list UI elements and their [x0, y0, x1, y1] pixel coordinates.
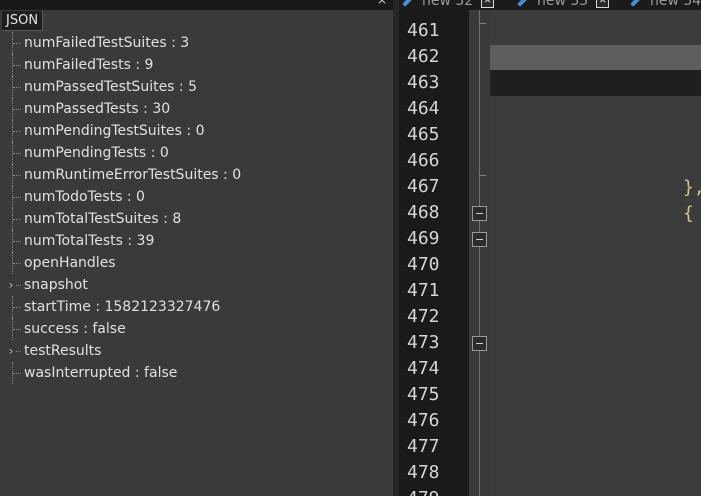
tree-item-label: startTime : 1582123327476: [24, 299, 221, 315]
tree-guide: [13, 153, 21, 155]
tree-guide: [13, 307, 21, 309]
line-number-gutter: 461 462 463 464 465 466 467 468 469 470 471 472 473 4…: [399, 10, 469, 496]
tree-item-numRuntimeErrorTestSuites[interactable]: numRuntimeErrorTestSuites : 0: [0, 164, 393, 186]
tree-item-label: numFailedTests : 9: [24, 57, 154, 73]
tab-new-34[interactable]: new 34: [630, 0, 701, 10]
tree-item-numFailedTests[interactable]: numFailedTests : 9: [0, 54, 393, 76]
tree-item-label: numPassedTestSuites : 5: [24, 79, 198, 95]
tree-item-label: numTotalTests : 39: [24, 233, 155, 249]
close-icon[interactable]: ✕: [481, 0, 495, 8]
tree-guide: [13, 197, 21, 199]
fold-guide-line: [479, 10, 480, 496]
fold-collapse-icon[interactable]: [472, 336, 487, 351]
chevron-right-icon[interactable]: ›: [6, 340, 16, 362]
line-number: 471: [407, 280, 440, 301]
tree-item-success[interactable]: success : false: [0, 318, 393, 340]
tree-item-numPendingTestSuites[interactable]: numPendingTestSuites : 0: [0, 120, 393, 142]
tree-item-label: numFailedTestSuites : 3: [24, 35, 190, 51]
line-number: 474: [407, 358, 440, 379]
panel-title-bar: ×: [0, 0, 393, 10]
tree-guide: [13, 241, 21, 243]
panel-title: JSON: [2, 11, 44, 31]
tab-label: new 34: [650, 0, 701, 9]
tree-item-numFailedTestSuites[interactable]: numFailedTestSuites : 3: [0, 32, 393, 54]
tree-guide: [13, 87, 21, 89]
line-number: 478: [407, 462, 440, 483]
tree-item-label: testResults: [24, 343, 102, 359]
fold-margin: [469, 10, 490, 496]
line-number: 464: [407, 98, 440, 119]
tree-item-label: numPassedTests : 30: [24, 101, 171, 117]
tree-guide: [13, 219, 21, 221]
tree-item-numTotalTestSuites[interactable]: numTotalTestSuites : 8: [0, 208, 393, 230]
tree-guide: [13, 263, 21, 265]
tree-item-label: numRuntimeErrorTestSuites : 0: [24, 167, 242, 183]
tree-guide: [13, 373, 21, 375]
tab-label: new 33: [537, 0, 589, 9]
tree-item-openHandles[interactable]: openHandles: [0, 252, 393, 274]
pencil-icon: [630, 0, 642, 7]
tab-new-33[interactable]: new 33 ✕: [517, 0, 610, 10]
tree-item-label: snapshot: [24, 277, 88, 293]
line-number: 472: [407, 306, 440, 327]
tree-item-numPendingTests[interactable]: numPendingTests : 0: [0, 142, 393, 164]
line-number: 461: [407, 20, 440, 41]
line-number: 476: [407, 410, 440, 431]
selected-line: [490, 70, 701, 96]
tree-guide: [13, 175, 21, 177]
json-viewer-panel: × JSON numFailedTestSuites : 3 numFailedT…: [0, 0, 393, 496]
code-area[interactable]: }, {: [490, 10, 701, 496]
code-fragment: {: [683, 203, 694, 224]
close-icon[interactable]: ×: [377, 0, 387, 6]
tree-item-numTodoTests[interactable]: numTodoTests : 0: [0, 186, 393, 208]
tree-item-label: numPendingTests : 0: [24, 145, 169, 161]
line-number: 466: [407, 150, 440, 171]
current-line-highlight: [490, 45, 701, 70]
code-fragment: },: [683, 177, 701, 198]
tree-item-label: wasInterrupted : false: [24, 365, 178, 381]
line-number: 473: [407, 332, 440, 353]
line-number: 470: [407, 254, 440, 275]
fold-end-marker: [479, 175, 486, 176]
pencil-icon: [517, 0, 529, 7]
tree-guide: [13, 131, 21, 133]
line-number: 469: [407, 228, 440, 249]
close-icon[interactable]: ✕: [596, 0, 610, 8]
code-editor: new 32 ✕ new 33 ✕ new 34 461 462 463 464 465 46…: [399, 0, 701, 496]
tree-guide: [13, 65, 21, 67]
json-tree: numFailedTestSuites : 3 numFailedTests : …: [0, 32, 393, 384]
line-number: 468: [407, 202, 440, 223]
line-number: 477: [407, 436, 440, 457]
tab-bar: new 32 ✕ new 33 ✕ new 34: [399, 0, 701, 10]
tree-item-wasInterrupted[interactable]: wasInterrupted : false: [0, 362, 393, 384]
tree-guide: [13, 109, 21, 111]
line-number: 479: [407, 486, 462, 496]
tab-label: new 32: [422, 0, 474, 9]
tree-guide: [13, 329, 21, 331]
line-number: 462: [407, 46, 440, 67]
tree-item-label: numPendingTestSuites : 0: [24, 123, 205, 139]
line-number: 467: [407, 176, 440, 197]
tree-item-label: success : false: [24, 321, 126, 337]
line-number: 475: [407, 384, 440, 405]
tree-item-snapshot[interactable]: › snapshot: [0, 274, 393, 296]
tree-item-label: numTodoTests : 0: [24, 189, 145, 205]
fold-end-marker: [479, 23, 486, 24]
pencil-icon: [402, 0, 414, 7]
line-number: 465: [407, 124, 440, 145]
tree-item-numPassedTestSuites[interactable]: numPassedTestSuites : 5: [0, 76, 393, 98]
tree-item-numPassedTests[interactable]: numPassedTests : 30: [0, 98, 393, 120]
tree-guide: [13, 43, 21, 45]
tree-item-startTime[interactable]: startTime : 1582123327476: [0, 296, 393, 318]
tree-item-label: openHandles: [24, 255, 116, 271]
fold-collapse-icon[interactable]: [472, 206, 487, 221]
tab-new-32[interactable]: new 32 ✕: [402, 0, 495, 10]
tree-item-testResults[interactable]: › testResults: [0, 340, 393, 362]
line-number: 463: [407, 72, 440, 93]
tree-item-label: numTotalTestSuites : 8: [24, 211, 182, 227]
fold-collapse-icon[interactable]: [472, 232, 487, 247]
chevron-right-icon[interactable]: ›: [6, 274, 16, 296]
tree-item-numTotalTests[interactable]: numTotalTests : 39: [0, 230, 393, 252]
